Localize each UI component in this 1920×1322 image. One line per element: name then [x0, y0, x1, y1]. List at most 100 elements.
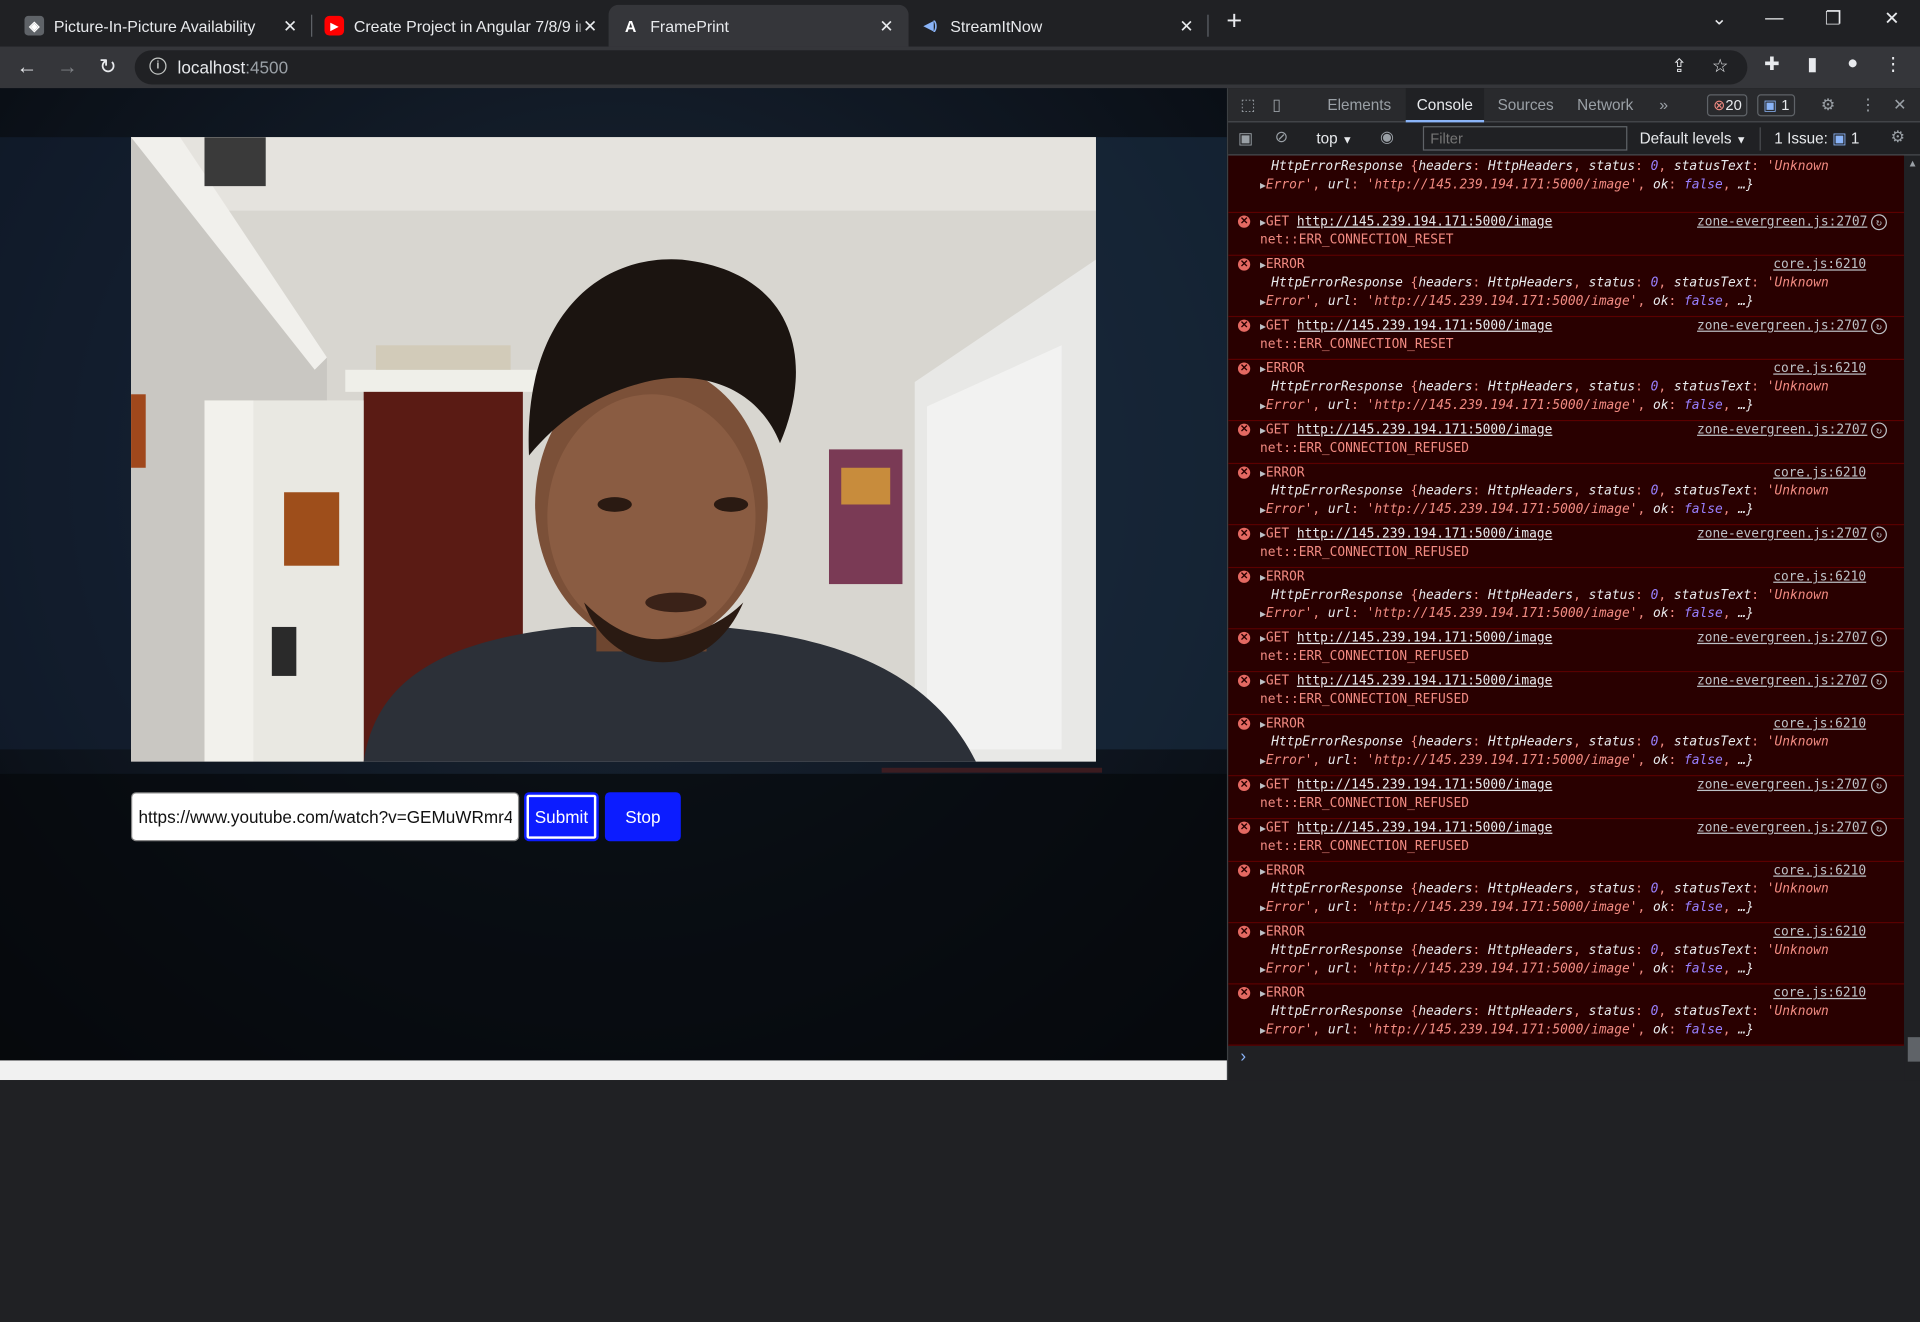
network-request-icon[interactable]: ↻	[1871, 630, 1887, 647]
address-bar[interactable]: i localhost:4500 ⇪ ☆	[134, 50, 1748, 85]
console-network-error[interactable]: ✕ ▶GET http://145.239.194.171:5000/image n…	[1228, 629, 1905, 673]
tab-streamitnow[interactable]: ◀) StreamItNow ✕	[909, 5, 1209, 47]
request-url-link[interactable]: http://145.239.194.171:5000/image	[1297, 527, 1552, 542]
inspect-element-icon[interactable]: ⬚	[1240, 96, 1255, 116]
close-icon[interactable]: ✕	[580, 15, 600, 36]
console-network-error[interactable]: ✕ ▶GET http://145.239.194.171:5000/image n…	[1228, 421, 1905, 465]
console-error-message[interactable]: ✕▶ERRORcore.js:6210▶ HttpErrorResponse {…	[1228, 360, 1905, 422]
settings-gear-icon[interactable]: ⚙	[1821, 96, 1835, 116]
menu-kebab-icon[interactable]: ⋮	[1878, 53, 1907, 75]
source-link[interactable]: core.js:6210	[1773, 923, 1866, 941]
devtools-tab-console[interactable]: Console	[1405, 88, 1484, 123]
minimize-button[interactable]: —	[1756, 7, 1793, 28]
close-devtools-icon[interactable]: ✕	[1893, 96, 1906, 116]
tab-frameprint[interactable]: A FramePrint ✕	[608, 4, 909, 47]
stop-button[interactable]: Stop	[604, 792, 681, 842]
source-link[interactable]: core.js:6210	[1773, 464, 1866, 482]
devtools-tab-network[interactable]: Network	[1566, 88, 1644, 122]
more-options-icon[interactable]: ⋮	[1860, 96, 1876, 116]
source-link[interactable]: core.js:6210	[1773, 256, 1866, 274]
console-error-message[interactable]: ✕▶ERRORcore.js:6210▶ HttpErrorResponse {…	[1228, 715, 1905, 777]
console-prompt[interactable]: ›	[1228, 1046, 1904, 1070]
network-request-icon[interactable]: ↻	[1871, 820, 1887, 837]
request-url-link[interactable]: http://145.239.194.171:5000/image	[1297, 778, 1552, 793]
back-button[interactable]: ←	[11, 51, 43, 83]
source-link[interactable]: core.js:6210	[1773, 984, 1866, 1002]
close-icon[interactable]: ✕	[1177, 15, 1197, 36]
scroll-up-arrow-icon[interactable]: ▲	[1908, 158, 1918, 169]
console-network-error[interactable]: ✕ ▶GET http://145.239.194.171:5000/image n…	[1228, 776, 1905, 820]
source-link[interactable]: core.js:6210	[1773, 862, 1866, 880]
console-error-message[interactable]: ✕▶ERRORcore.js:6210▶ HttpErrorResponse {…	[1228, 984, 1905, 1046]
bookmark-star-icon[interactable]: ☆	[1712, 55, 1728, 77]
request-url-link[interactable]: http://145.239.194.171:5000/image	[1297, 214, 1552, 229]
request-url-link[interactable]: http://145.239.194.171:5000/image	[1297, 820, 1552, 835]
devtools-tab-sources[interactable]: Sources	[1487, 88, 1565, 122]
source-link[interactable]: zone-evergreen.js:2707	[1697, 819, 1867, 837]
network-request-icon[interactable]: ↻	[1871, 422, 1887, 439]
console-error-message[interactable]: ✕▶ERRORcore.js:6210▶ HttpErrorResponse {…	[1228, 568, 1905, 630]
console-filter-input[interactable]	[1422, 126, 1628, 151]
more-tabs-icon[interactable]: »	[1659, 96, 1668, 114]
sidebar-toggle-icon[interactable]: ▣	[1238, 129, 1253, 149]
request-url-link[interactable]: http://145.239.194.171:5000/image	[1297, 422, 1552, 437]
new-tab-button[interactable]: +	[1220, 7, 1249, 36]
clear-console-icon[interactable]: ⊘	[1275, 127, 1288, 147]
console-error-message[interactable]: ✕▶ERRORcore.js:6210▶ HttpErrorResponse {…	[1228, 464, 1905, 526]
console-scrollbar[interactable]: ▲	[1904, 155, 1920, 1081]
side-panel-icon[interactable]: ▮	[1798, 53, 1827, 75]
profile-avatar-icon[interactable]: ●	[1838, 53, 1867, 74]
network-request-icon[interactable]: ↻	[1871, 526, 1887, 543]
source-link[interactable]: core.js:6210	[1773, 715, 1866, 733]
issues-button[interactable]: 1 Issue: ▣ 1	[1759, 127, 1859, 151]
source-link[interactable]: core.js:6210	[1773, 568, 1866, 586]
tab-picture-in-picture[interactable]: ◈ Picture-In-Picture Availability ✕	[12, 5, 312, 47]
console-network-error[interactable]: ✕ ▶GET http://145.239.194.171:5000/image n…	[1228, 525, 1905, 569]
console-error-message[interactable]: ✕▶ERRORcore.js:6210▶ HttpErrorResponse {…	[1228, 923, 1905, 985]
source-link[interactable]: zone-evergreen.js:2707	[1697, 421, 1867, 439]
request-url-link[interactable]: http://145.239.194.171:5000/image	[1297, 673, 1552, 688]
log-levels-dropdown[interactable]: Default levels ▼	[1640, 130, 1747, 147]
live-expression-eye-icon[interactable]: ◉	[1380, 127, 1394, 147]
console-network-error[interactable]: ✕ ▶GET http://145.239.194.171:5000/image n…	[1228, 317, 1905, 361]
source-link[interactable]: zone-evergreen.js:2707	[1697, 525, 1867, 543]
console-error-message[interactable]: ✕▶ERRORcore.js:6210▶ HttpErrorResponse {…	[1228, 255, 1905, 318]
tab-search-icon[interactable]: ⌄	[1701, 7, 1738, 30]
video-url-input[interactable]	[131, 792, 520, 842]
close-icon[interactable]: ✕	[877, 15, 897, 36]
device-toolbar-icon[interactable]: ▯	[1272, 96, 1281, 116]
submit-button[interactable]: Submit	[524, 792, 599, 842]
network-request-icon[interactable]: ↻	[1871, 777, 1887, 794]
source-link[interactable]: zone-evergreen.js:2707	[1697, 213, 1867, 231]
console-network-error[interactable]: ✕ ▶GET http://145.239.194.171:5000/image n…	[1228, 819, 1905, 863]
source-link[interactable]: zone-evergreen.js:2707	[1697, 672, 1867, 690]
console-error-message[interactable]: ▶ERRORcore.js:6210▶ HttpErrorResponse {h…	[1228, 155, 1905, 214]
tab-angular-youtube[interactable]: ▶ Create Project in Angular 7/8/9 ir ✕	[312, 5, 612, 47]
source-link[interactable]: zone-evergreen.js:2707	[1697, 776, 1867, 794]
request-url-link[interactable]: http://145.239.194.171:5000/image	[1297, 631, 1552, 646]
source-link[interactable]: zone-evergreen.js:2707	[1697, 317, 1867, 335]
share-icon[interactable]: ⇪	[1671, 55, 1686, 77]
devtools-tab-elements[interactable]: Elements	[1316, 88, 1402, 122]
network-request-icon[interactable]: ↻	[1871, 318, 1887, 335]
forward-button[interactable]: →	[51, 51, 83, 83]
request-url-link[interactable]: http://145.239.194.171:5000/image	[1297, 318, 1552, 333]
extensions-icon[interactable]: ✚	[1757, 53, 1786, 75]
close-window-button[interactable]: ✕	[1873, 7, 1910, 30]
site-info-icon[interactable]: i	[149, 57, 167, 75]
message-count-badge[interactable]: ▣ 1	[1757, 94, 1796, 117]
close-icon[interactable]: ✕	[280, 15, 300, 36]
network-request-icon[interactable]: ↻	[1871, 673, 1887, 690]
context-selector[interactable]: top ▼	[1316, 130, 1352, 147]
console-network-error[interactable]: ✕ ▶GET http://145.239.194.171:5000/image n…	[1228, 672, 1905, 716]
webcam-video[interactable]	[131, 137, 1096, 762]
console-error-message[interactable]: ✕▶ERRORcore.js:6210▶ HttpErrorResponse {…	[1228, 862, 1905, 924]
source-link[interactable]: core.js:6210	[1773, 360, 1866, 378]
maximize-button[interactable]: ❐	[1815, 7, 1852, 30]
network-request-icon[interactable]: ↻	[1871, 214, 1887, 231]
console-settings-gear-icon[interactable]: ⚙	[1891, 127, 1905, 147]
reload-button[interactable]: ↻	[92, 51, 124, 83]
scrollbar-thumb[interactable]	[1907, 1037, 1920, 1062]
source-link[interactable]: zone-evergreen.js:2707	[1697, 629, 1867, 647]
console-network-error[interactable]: ✕ ▶GET http://145.239.194.171:5000/image n…	[1228, 213, 1905, 256]
